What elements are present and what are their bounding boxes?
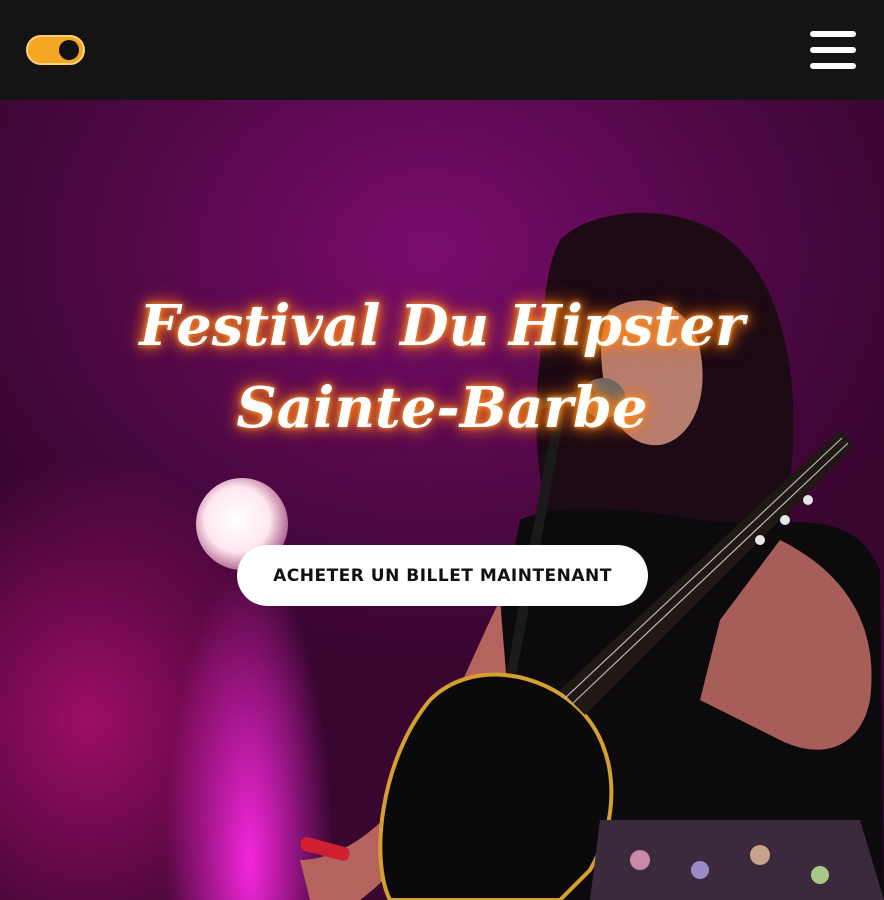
hero-background-image: [300, 212, 884, 900]
menu-bar-top: [810, 31, 856, 37]
hamburger-menu-icon[interactable]: [810, 31, 856, 69]
buy-ticket-button[interactable]: ACHETER UN BILLET MAINTENANT: [237, 545, 648, 606]
menu-bar-middle: [810, 47, 856, 53]
top-navbar: [0, 0, 884, 100]
toggle-knob: [59, 40, 79, 60]
menu-bar-bottom: [810, 63, 856, 69]
hero-title: Festival Du Hipster Sainte-Barbe: [139, 293, 745, 441]
theme-toggle-switch[interactable]: [26, 35, 85, 65]
hero-section: Festival Du Hipster Sainte-Barbe ACHETER…: [0, 100, 884, 900]
